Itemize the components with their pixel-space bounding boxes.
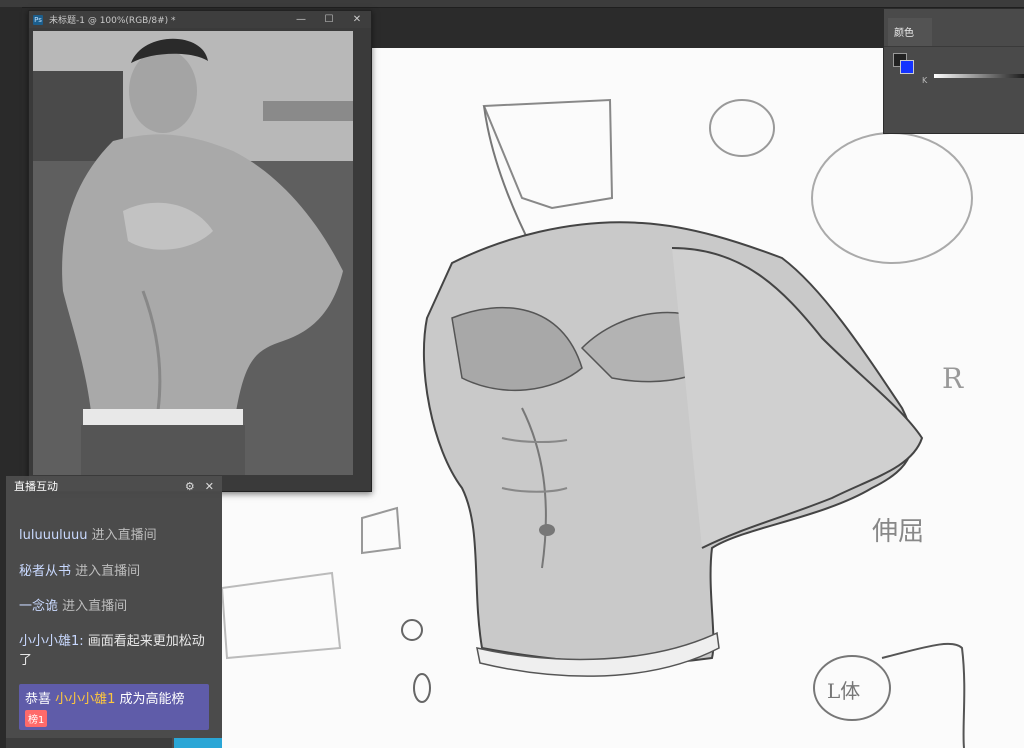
chat-username[interactable]: luluuuluuu — [19, 528, 88, 543]
k-channel-label: K — [922, 76, 928, 85]
notice-username[interactable]: 小小小雄1 — [55, 692, 115, 707]
reference-window-titlebar[interactable]: Ps 未标题-1 @ 100%(RGB/8#) * — ☐ ✕ — [29, 11, 371, 28]
chat-message: 秘者从书 进入直播间 — [19, 562, 140, 581]
rank-badge: 榜1 — [25, 710, 48, 727]
chat-text: 进入直播间 — [87, 528, 157, 543]
chat-text: 进入直播间 — [58, 599, 128, 614]
notice-prefix: 恭喜 — [25, 692, 56, 707]
chat-text: 进入直播间 — [71, 564, 141, 579]
close-button[interactable]: ✕ — [343, 11, 371, 28]
chat-header: 直播互动 ⚙ ✕ — [6, 476, 222, 496]
canvas-note-flex: 伸屈 — [872, 517, 924, 547]
settings-icon[interactable]: ⚙ — [185, 480, 195, 493]
chat-message: 一念诡 进入直播间 — [19, 597, 127, 616]
chat-username[interactable]: 一念诡 — [19, 599, 58, 614]
minimize-button[interactable]: — — [287, 11, 315, 28]
notice-suffix: 成为高能榜 — [115, 692, 185, 707]
app-top-bar — [0, 0, 1024, 8]
canvas-note-body: L体 — [827, 679, 860, 703]
reference-window-title: 未标题-1 @ 100%(RGB/8#) * — [49, 16, 176, 26]
k-channel-slider[interactable] — [934, 74, 1024, 78]
chat-rank-notice: 恭喜 小小小雄1 成为高能榜 榜1 — [19, 684, 209, 730]
chat-message: 小小小雄1: 画面看起来更加松动了 — [19, 632, 215, 670]
color-panel-tab[interactable]: 颜色 — [888, 18, 932, 46]
canvas-note-r: R — [942, 362, 964, 395]
panel-divider — [884, 46, 1024, 47]
close-icon[interactable]: ✕ — [205, 480, 214, 493]
chat-title: 直播互动 — [14, 480, 58, 493]
chat-username[interactable]: 小小小雄1: — [19, 634, 84, 649]
chat-username[interactable]: 秘者从书 — [19, 564, 71, 579]
live-chat-panel: 直播互动 ⚙ ✕ luluuuluuu 进入直播间 秘者从书 进入直播间 一念诡… — [6, 476, 222, 748]
maximize-button[interactable]: ☐ — [315, 11, 343, 28]
chat-message: luluuuluuu 进入直播间 — [19, 526, 157, 545]
photoshop-icon: Ps — [33, 14, 43, 25]
reference-photo — [33, 31, 353, 475]
color-panel[interactable]: 颜色 K — [883, 8, 1024, 134]
chat-send-button[interactable] — [174, 738, 222, 748]
reference-image-window[interactable]: Ps 未标题-1 @ 100%(RGB/8#) * — ☐ ✕ 文档 — [28, 10, 372, 492]
chat-input[interactable] — [6, 738, 172, 748]
background-color-swatch[interactable] — [900, 60, 914, 74]
